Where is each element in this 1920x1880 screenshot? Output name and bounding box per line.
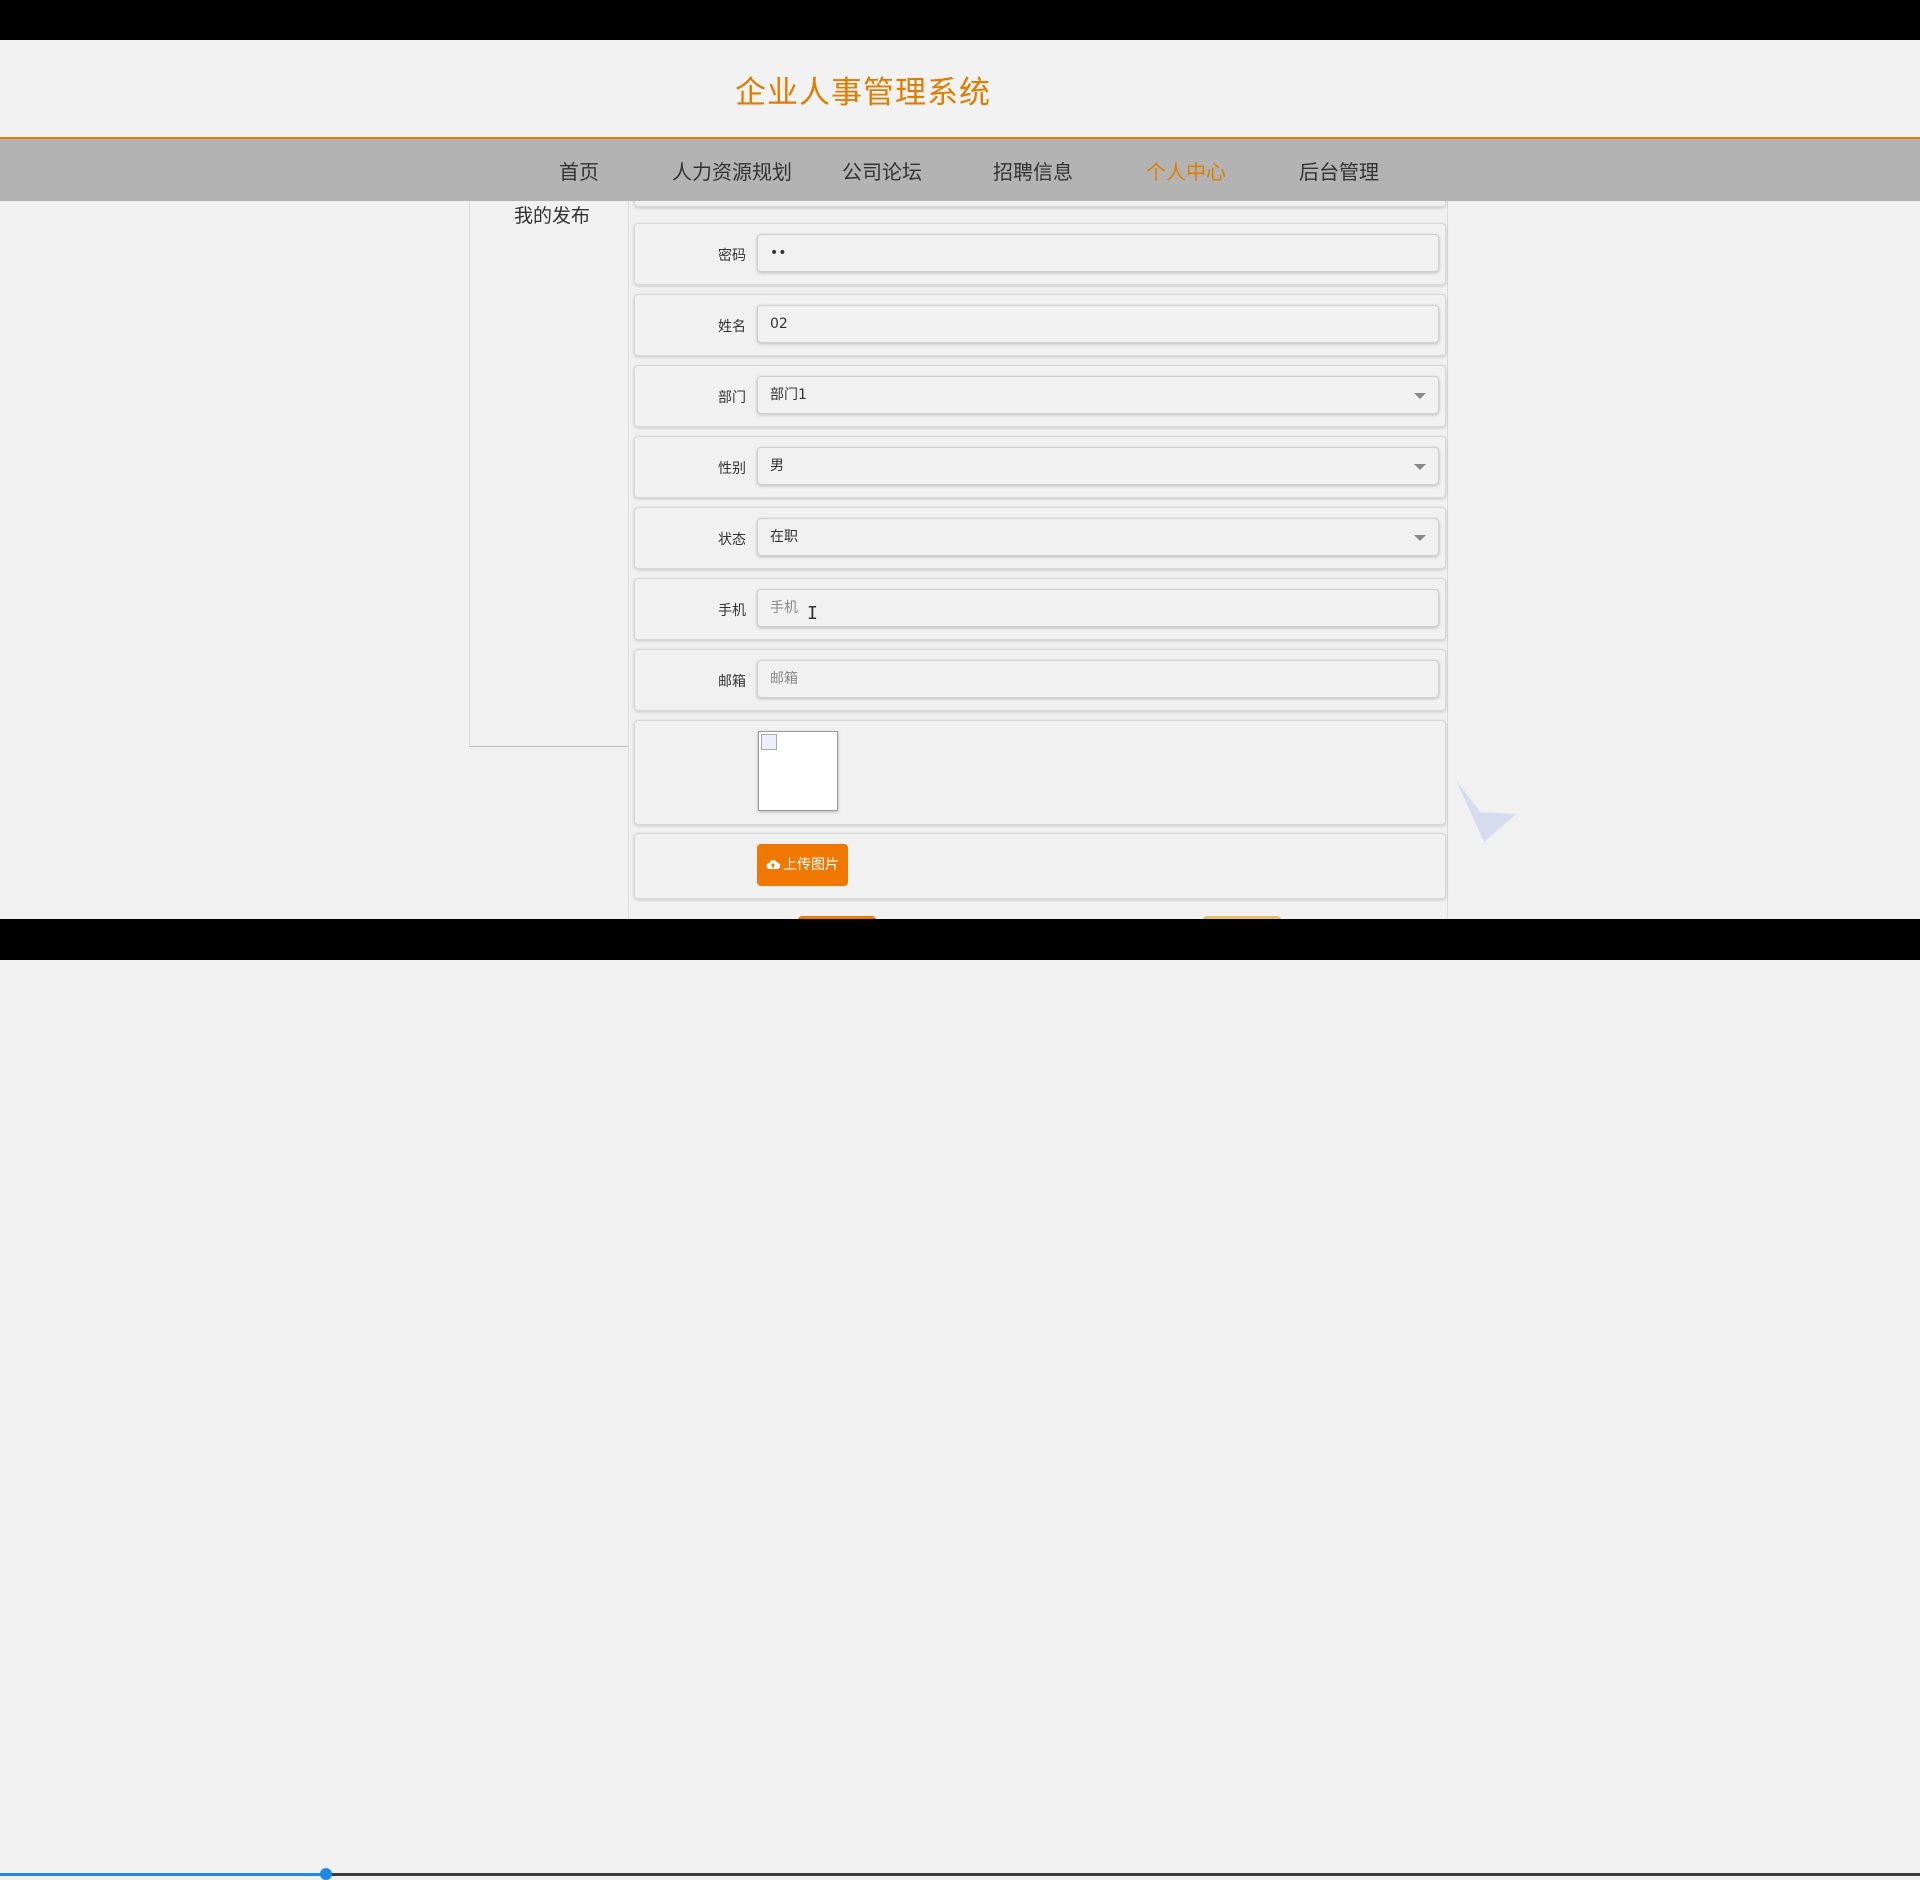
status-select[interactable]: 在职 <box>757 518 1439 556</box>
chevron-down-icon <box>1414 535 1426 541</box>
form-row-gender: 性别 男 <box>634 436 1446 498</box>
form-row-status: 状态 在职 <box>634 507 1446 569</box>
password-label: 密码 <box>718 248 746 264</box>
main-nav: 首页 人力资源规划 公司论坛 招聘信息 个人中心 后台管理 <box>0 139 1920 201</box>
department-label: 部门 <box>718 390 746 406</box>
nav-item-home[interactable]: 首页 <box>559 156 599 185</box>
site-title: 企业人事管理系统 <box>735 75 991 111</box>
form-row-name: 姓名 02 <box>634 294 1446 356</box>
name-label: 姓名 <box>718 319 746 335</box>
site-header: 企业人事管理系统 <box>0 40 1920 139</box>
email-label: 邮箱 <box>718 674 746 690</box>
profile-form: 密码 •• 姓名 02 部门 部门1 性别 男 状态 在职 手机 手机 邮箱 邮… <box>628 191 1448 919</box>
form-row-department: 部门 部门1 <box>634 365 1446 427</box>
department-select-value: 部门1 <box>770 387 807 403</box>
status-select-value: 在职 <box>770 529 798 545</box>
phone-label: 手机 <box>718 603 746 619</box>
nav-item-personal-center[interactable]: 个人中心 <box>1146 156 1226 185</box>
video-top-bar <box>0 0 1920 40</box>
form-row-email: 邮箱 邮箱 <box>634 649 1446 711</box>
nav-item-forum[interactable]: 公司论坛 <box>842 156 922 185</box>
chevron-down-icon <box>1414 464 1426 470</box>
form-row-upload: 上传图片 <box>634 833 1446 899</box>
broken-image-icon <box>761 734 777 750</box>
email-field[interactable]: 邮箱 <box>757 660 1439 698</box>
gender-select[interactable]: 男 <box>757 447 1439 485</box>
upload-image-label: 上传图片 <box>783 857 839 873</box>
video-progress-track[interactable] <box>0 1868 1920 1880</box>
form-row-avatar <box>634 720 1446 825</box>
cloud-upload-icon <box>766 860 781 869</box>
decorative-shape <box>1456 780 1516 842</box>
password-field[interactable]: •• <box>757 234 1439 272</box>
name-field[interactable]: 02 <box>757 305 1439 343</box>
gender-label: 性别 <box>718 461 746 477</box>
video-progress-handle[interactable] <box>320 1868 333 1880</box>
phone-field[interactable]: 手机 <box>757 589 1439 627</box>
nav-item-hr-planning[interactable]: 人力资源规划 <box>672 156 792 185</box>
form-row-phone: 手机 手机 <box>634 578 1446 640</box>
nav-item-admin[interactable]: 后台管理 <box>1299 156 1379 185</box>
form-row-password: 密码 •• <box>634 223 1446 285</box>
department-select[interactable]: 部门1 <box>757 376 1439 414</box>
chevron-down-icon <box>1414 393 1426 399</box>
gender-select-value: 男 <box>770 458 784 474</box>
video-bottom-bar <box>0 919 1920 1880</box>
avatar-image <box>758 731 838 811</box>
nav-item-recruitment[interactable]: 招聘信息 <box>993 156 1073 185</box>
text-cursor-icon: I <box>807 603 818 624</box>
video-progress-fill <box>0 1873 327 1876</box>
status-label: 状态 <box>718 532 746 548</box>
upload-image-button[interactable]: 上传图片 <box>757 844 848 886</box>
sidebar-item-my-posts[interactable]: 我的发布 <box>514 201 590 228</box>
sidebar: 我的发布 <box>469 201 629 747</box>
